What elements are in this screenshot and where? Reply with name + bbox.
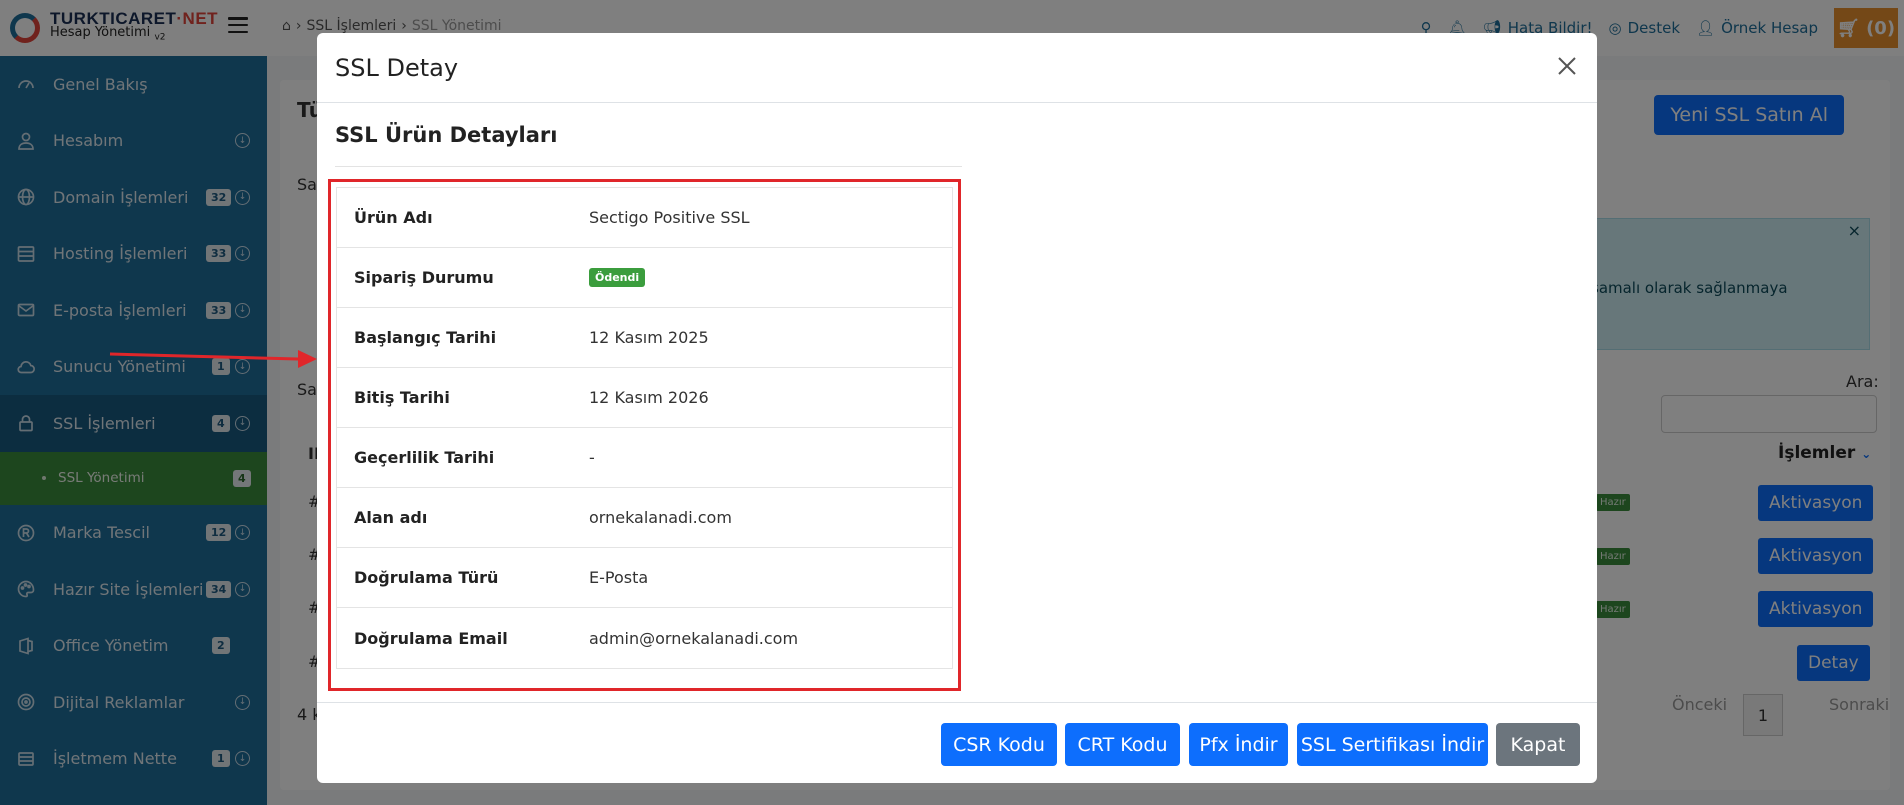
detail-label: Geçerlilik Tarihi (354, 448, 495, 467)
ssl-detail-modal: SSL Detay SSL Ürün Detayları Ürün Adı Se… (317, 33, 1597, 783)
status-badge: Ödendi (589, 268, 646, 287)
annotation-arrow-icon (109, 350, 317, 368)
csr-code-button[interactable]: CSR Kodu (941, 723, 1057, 766)
crt-code-button[interactable]: CRT Kodu (1065, 723, 1180, 766)
detail-value: admin@ornekalanadi.com (589, 628, 799, 648)
section-title: SSL Ürün Detayları (335, 123, 558, 147)
detail-value: 12 Kasım 2025 (589, 328, 709, 347)
detail-table: Ürün Adı Sectigo Positive SSL Sipariş Du… (336, 187, 953, 669)
detail-row-order-status: Sipariş Durumu Ödendi (337, 248, 952, 308)
divider (335, 166, 962, 167)
detail-row-product-name: Ürün Adı Sectigo Positive SSL (337, 188, 952, 248)
modal-footer: CSR Kodu CRT Kodu Pfx İndir SSL Sertifik… (317, 702, 1597, 783)
detail-label: Bitiş Tarihi (354, 388, 450, 407)
detail-row-validity-date: Geçerlilik Tarihi - (337, 428, 952, 488)
detail-row-end-date: Bitiş Tarihi 12 Kasım 2026 (337, 368, 952, 428)
detail-value: 12 Kasım 2026 (589, 388, 709, 407)
modal-header: SSL Detay (317, 33, 1597, 103)
highlight-box: Ürün Adı Sectigo Positive SSL Sipariş Du… (328, 179, 961, 691)
detail-label: Başlangıç Tarihi (354, 328, 497, 347)
pfx-download-button[interactable]: Pfx İndir (1189, 723, 1288, 766)
detail-label: Doğrulama Türü (354, 568, 499, 587)
detail-value: E-Posta (589, 568, 649, 587)
detail-row-validation-email: Doğrulama Email admin@ornekalanadi.com (337, 608, 952, 668)
detail-row-start-date: Başlangıç Tarihi 12 Kasım 2025 (337, 308, 952, 368)
ssl-certificate-download-button[interactable]: SSL Sertifikası İndir (1297, 723, 1488, 766)
detail-row-domain: Alan adı ornekalanadi.com (337, 488, 952, 548)
detail-row-validation-type: Doğrulama Türü E-Posta (337, 548, 952, 608)
close-icon[interactable] (1555, 54, 1579, 78)
detail-label: Sipariş Durumu (354, 268, 494, 287)
detail-label: Alan adı (354, 508, 428, 527)
close-button[interactable]: Kapat (1496, 723, 1580, 766)
detail-label: Doğrulama Email (354, 628, 508, 648)
detail-value: - (589, 448, 595, 467)
detail-value: Sectigo Positive SSL (589, 208, 750, 227)
detail-value: ornekalanadi.com (589, 508, 732, 527)
modal-title: SSL Detay (335, 53, 459, 82)
detail-label: Ürün Adı (354, 208, 433, 227)
